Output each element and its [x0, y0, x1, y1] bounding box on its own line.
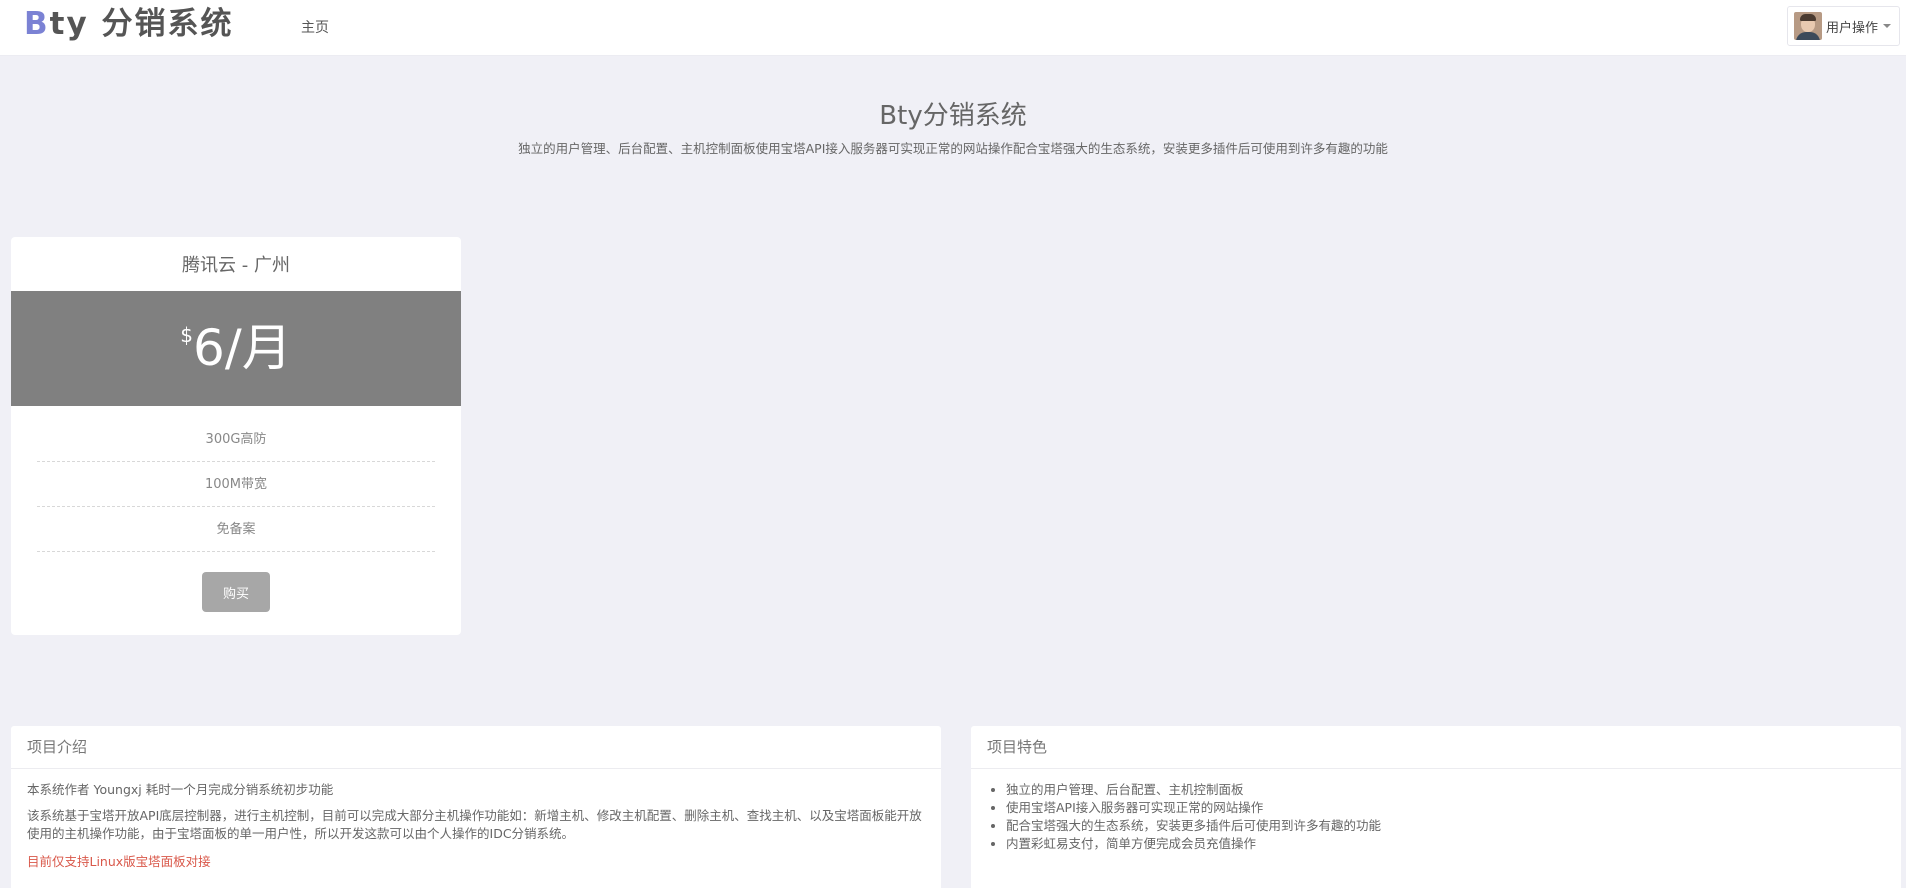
nav-home-link[interactable]: 主页: [301, 17, 329, 37]
brand-text: ty 分销系统: [49, 6, 234, 42]
intro-panel: 项目介绍 本系统作者 Youngxj 耗时一个月完成分销系统初步功能 该系统基于…: [11, 726, 941, 888]
brand-initial: B: [24, 6, 50, 42]
user-menu-label: 用户操作: [1826, 20, 1879, 36]
user-menu-dropdown[interactable]: 用户操作: [1787, 6, 1900, 46]
avatar: [1794, 12, 1822, 40]
intro-support-note: 目前仅支持Linux版宝塔面板对接: [27, 854, 211, 869]
intro-panel-body: 本系统作者 Youngxj 耗时一个月完成分销系统初步功能 该系统基于宝塔开放A…: [11, 769, 941, 871]
price-amount: 6/月: [193, 319, 292, 377]
list-item: 配合宝塔强大的生态系统，安装更多插件后可使用到许多有趣的功能: [1006, 817, 1885, 835]
plan-feature-item: 100M带宽: [37, 462, 435, 507]
traits-panel-body: 独立的用户管理、后台配置、主机控制面板 使用宝塔API接入服务器可实现正常的网站…: [971, 769, 1901, 853]
list-item: 独立的用户管理、后台配置、主机控制面板: [1006, 781, 1885, 799]
buy-button[interactable]: 购买: [202, 572, 270, 612]
list-item: 使用宝塔API接入服务器可实现正常的网站操作: [1006, 799, 1885, 817]
top-navbar: Bty 分销系统 主页 用户操作: [0, 0, 1906, 56]
traits-list: 独立的用户管理、后台配置、主机控制面板 使用宝塔API接入服务器可实现正常的网站…: [987, 781, 1885, 853]
pricing-card: 腾讯云 - 广州 $6/月 300G高防 100M带宽 免备案 购买: [11, 237, 461, 635]
traits-panel: 项目特色 独立的用户管理、后台配置、主机控制面板 使用宝塔API接入服务器可实现…: [971, 726, 1901, 888]
intro-panel-heading: 项目介绍: [11, 726, 941, 769]
caret-down-icon: [1883, 24, 1892, 28]
list-item: 内置彩虹易支付，简单方便完成会员充值操作: [1006, 835, 1885, 853]
traits-panel-heading: 项目特色: [971, 726, 1901, 769]
intro-description: 该系统基于宝塔开放API底层控制器，进行主机控制，目前可以完成大部分主机操作功能…: [27, 808, 922, 841]
hero-title: Bty分销系统: [879, 101, 1027, 131]
price-display: $6/月: [11, 319, 461, 377]
price-band: $6/月: [11, 291, 461, 406]
price-currency: $: [180, 323, 194, 347]
hero-subtitle: 独立的用户管理、后台配置、主机控制面板使用宝塔API接入服务器可实现正常的网站操…: [518, 141, 1388, 156]
plan-name: 腾讯云 - 广州: [182, 255, 290, 276]
intro-author-line: 本系统作者 Youngxj 耗时一个月完成分销系统初步功能: [27, 782, 334, 797]
brand-logo[interactable]: Bty 分销系统: [24, 4, 233, 44]
plan-feature-item: 300G高防: [37, 417, 435, 462]
plan-feature-list: 300G高防 100M带宽 免备案: [37, 417, 435, 552]
plan-feature-item: 免备案: [37, 507, 435, 552]
